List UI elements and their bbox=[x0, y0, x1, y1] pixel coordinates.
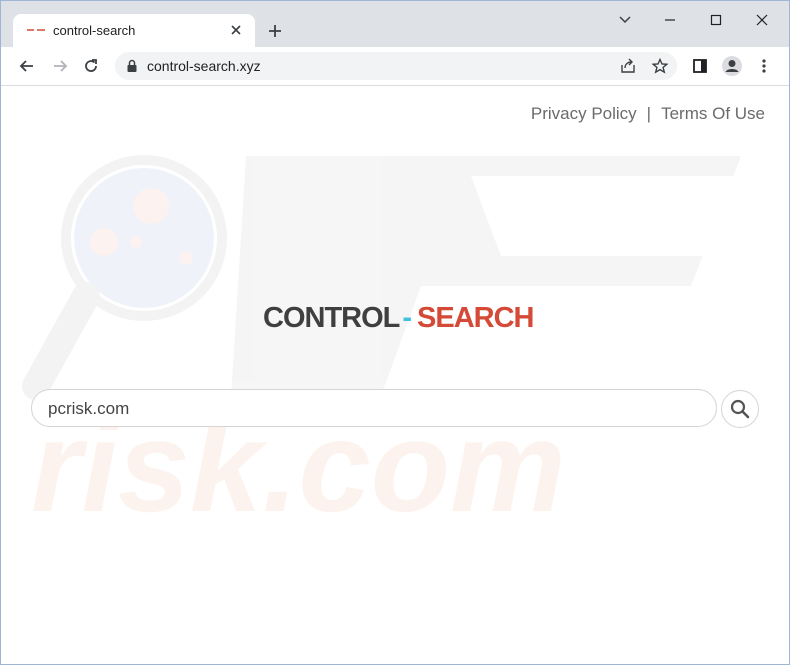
search-input[interactable] bbox=[46, 390, 700, 428]
close-window-button[interactable] bbox=[747, 7, 777, 33]
privacy-policy-link[interactable]: Privacy Policy bbox=[531, 104, 637, 124]
close-icon bbox=[231, 25, 241, 35]
address-bar[interactable]: control-search.xyz bbox=[115, 52, 677, 80]
maximize-icon bbox=[710, 14, 722, 26]
page-content: risk.com Privacy Policy | Terms Of Use C… bbox=[1, 86, 789, 664]
logo-dash: - bbox=[402, 302, 412, 334]
search-button[interactable] bbox=[721, 390, 759, 428]
favicon-icon bbox=[27, 29, 45, 31]
active-tab[interactable]: control-search bbox=[13, 14, 255, 47]
search-icon bbox=[730, 399, 750, 419]
tab-title: control-search bbox=[53, 23, 136, 38]
reload-icon bbox=[85, 59, 97, 72]
forward-arrow-icon bbox=[54, 60, 68, 72]
logo-part2: SEARCH bbox=[417, 302, 534, 334]
new-tab-icon bbox=[269, 25, 281, 37]
minimize-icon bbox=[665, 19, 675, 21]
profile-button[interactable] bbox=[718, 52, 746, 80]
lock-icon[interactable] bbox=[126, 59, 138, 73]
browser-window: control-search control-search.xyz risk.c… bbox=[0, 0, 790, 665]
terms-of-use-link[interactable]: Terms Of Use bbox=[661, 104, 765, 124]
link-separator: | bbox=[646, 104, 652, 123]
search-box bbox=[31, 389, 717, 428]
watermark-logo: risk.com bbox=[22, 155, 741, 539]
menu-icon bbox=[762, 59, 766, 73]
url-text[interactable]: control-search.xyz bbox=[147, 58, 261, 74]
side-panel-button[interactable] bbox=[686, 52, 714, 80]
back-button[interactable] bbox=[13, 52, 41, 80]
tab-search-button[interactable] bbox=[610, 7, 640, 33]
browser-toolbar: control-search.xyz bbox=[1, 47, 789, 86]
site-logo: CONTROL - SEARCH bbox=[263, 302, 535, 335]
back-arrow-icon bbox=[19, 60, 33, 72]
close-icon bbox=[756, 14, 768, 26]
tab-close-button[interactable] bbox=[225, 19, 247, 41]
logo-part1: CONTROL bbox=[263, 302, 400, 334]
new-tab-button[interactable] bbox=[262, 18, 288, 44]
menu-button[interactable] bbox=[750, 52, 778, 80]
top-links: Privacy Policy | Terms Of Use bbox=[531, 104, 765, 124]
side-panel-icon bbox=[693, 59, 707, 73]
reload-button[interactable] bbox=[77, 52, 105, 80]
share-icon[interactable] bbox=[620, 58, 636, 74]
profile-icon bbox=[722, 56, 742, 76]
chevron-down-icon bbox=[619, 16, 631, 24]
forward-button[interactable] bbox=[46, 52, 74, 80]
tab-strip: control-search bbox=[1, 1, 789, 47]
maximize-button[interactable] bbox=[701, 7, 731, 33]
minimize-button[interactable] bbox=[655, 7, 685, 33]
star-icon[interactable] bbox=[652, 58, 668, 74]
